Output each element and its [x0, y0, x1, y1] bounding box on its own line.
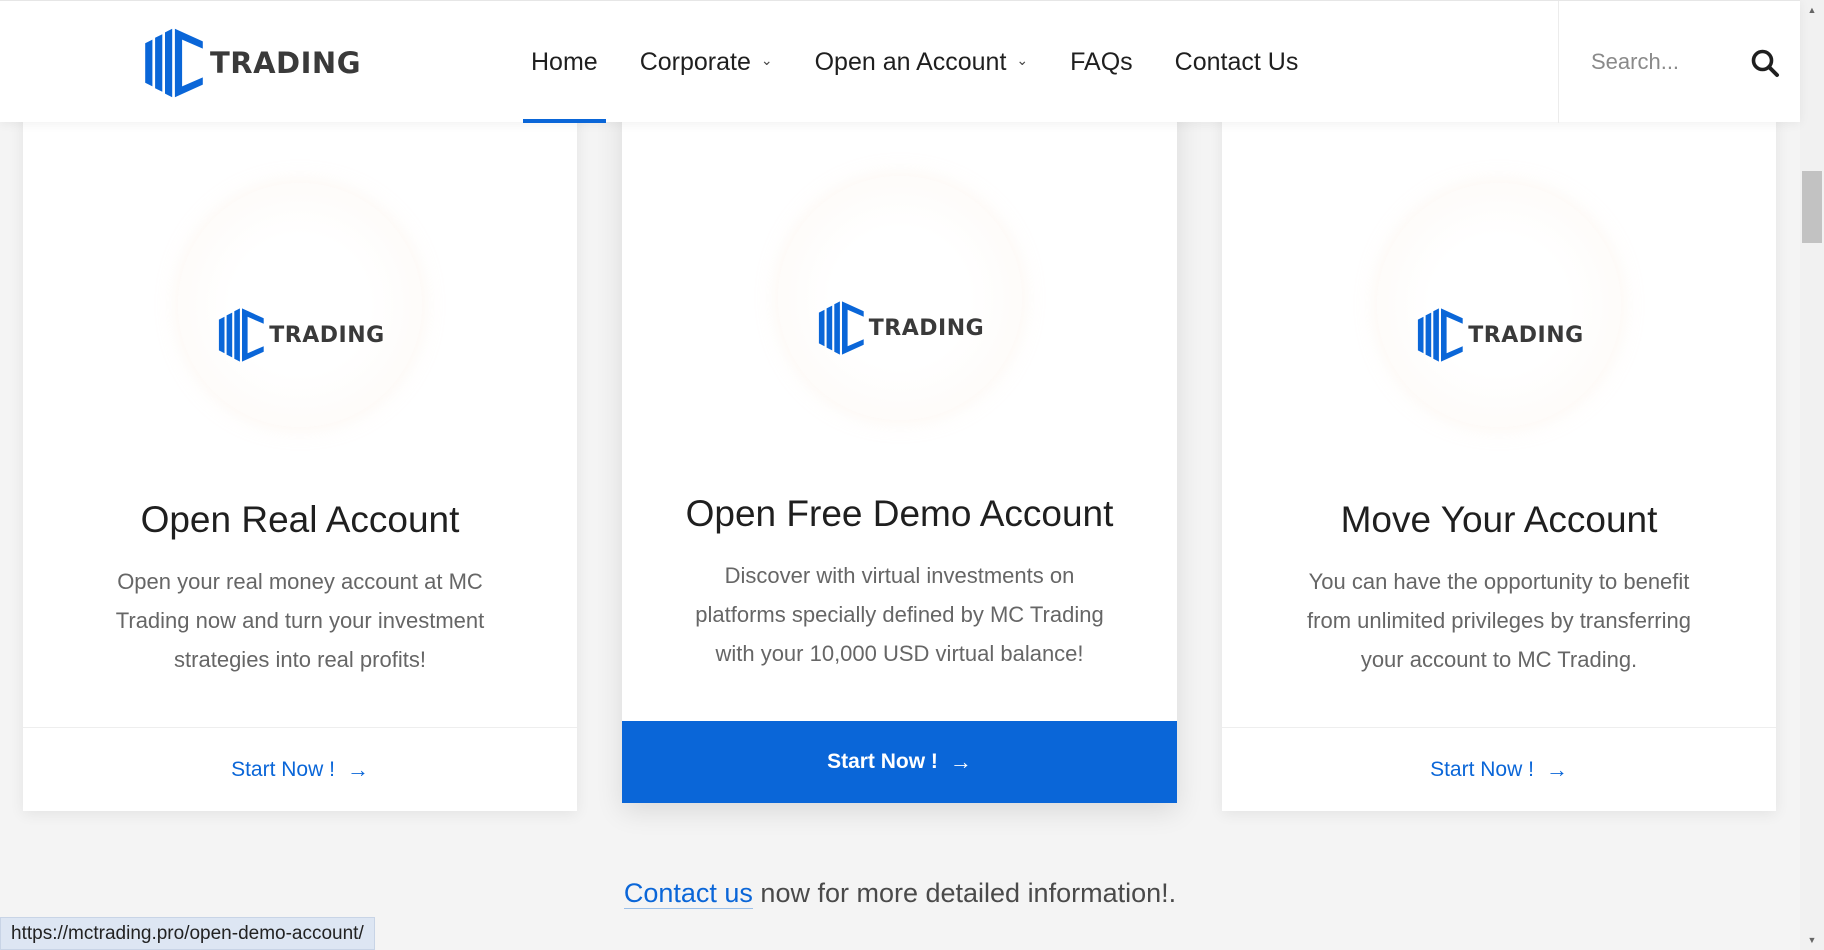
card-logo: TRADING [215, 307, 384, 363]
card-move-your-account: TRADING Move Your Account You can have t… [1222, 100, 1776, 811]
page-scrollbar[interactable]: ▲ ▼ [1800, 0, 1824, 950]
nav-contact-us-label: Contact Us [1174, 47, 1299, 76]
card-description: You can have the opportunity to benefit … [1307, 569, 1691, 672]
start-now-button[interactable]: Start Now ! → [23, 727, 577, 811]
nav-corporate-label: Corporate [639, 47, 751, 76]
card-title: Open Real Account [140, 499, 460, 540]
nav-home-label: Home [531, 47, 598, 76]
start-now-label: Start Now ! [827, 750, 938, 773]
mc-logo-icon [145, 28, 203, 98]
card-open-real-account: TRADING Open Real Account Open your real… [23, 100, 577, 811]
card-title: Move Your Account [1340, 499, 1658, 540]
scroll-up-arrow-icon[interactable]: ▲ [1800, 2, 1824, 18]
card-emblem: TRADING [1377, 183, 1621, 427]
arrow-right-icon: → [1545, 756, 1568, 782]
scrollbar-thumb[interactable] [1802, 171, 1822, 243]
search-icon[interactable] [1750, 48, 1780, 78]
chevron-down-icon: ⌄ [760, 51, 773, 68]
nav-home[interactable]: Home [510, 1, 619, 123]
mc-logo-icon [218, 308, 264, 362]
arrow-right-icon: → [346, 756, 369, 782]
card-open-demo-account: TRADING Open Free Demo Account Discover … [622, 90, 1177, 803]
nav-faqs[interactable]: FAQs [1049, 1, 1154, 123]
nav-corporate[interactable]: Corporate ⌄ [619, 1, 794, 123]
scroll-down-arrow-icon[interactable]: ▼ [1800, 932, 1824, 948]
site-header: TRADING Home Corporate ⌄ Open an Account… [0, 0, 1800, 123]
logo-wordmark: TRADING [868, 315, 985, 341]
logo-wordmark: TRADING [1468, 322, 1584, 348]
nav-open-account[interactable]: Open an Account ⌄ [794, 1, 1050, 123]
nav-faqs-label: FAQs [1070, 47, 1133, 76]
card-description: Open your real money account at MC Tradi… [115, 569, 485, 672]
nav-open-account-label: Open an Account [814, 47, 1007, 76]
card-logo: TRADING [1414, 307, 1583, 363]
status-url: https://mctrading.pro/open-demo-account/ [11, 922, 364, 944]
site-logo[interactable]: TRADING [140, 27, 361, 99]
chevron-down-icon: ⌄ [1016, 51, 1029, 68]
start-now-button[interactable]: Start Now ! → [1222, 727, 1776, 811]
contact-prompt-text: now for more detailed information!. [752, 878, 1177, 908]
main-nav: Home Corporate ⌄ Open an Account ⌄ FAQs … [510, 1, 1319, 123]
start-now-label: Start Now ! [1430, 757, 1534, 781]
card-logo: TRADING [815, 300, 984, 356]
logo-wordmark: TRADING [210, 46, 361, 80]
link-status-bar: https://mctrading.pro/open-demo-account/ [0, 917, 375, 950]
card-emblem: TRADING [178, 183, 422, 427]
card-description: Discover with virtual investments on pla… [695, 563, 1104, 666]
card-emblem: TRADING [777, 176, 1022, 420]
card-title: Open Free Demo Account [685, 493, 1114, 534]
arrow-right-icon: → [949, 749, 972, 774]
contact-us-link[interactable]: Contact us [623, 878, 753, 909]
nav-contact-us[interactable]: Contact Us [1154, 1, 1320, 123]
start-now-button[interactable]: Start Now ! → [622, 721, 1177, 803]
search-input[interactable] [1589, 48, 1739, 76]
start-now-label: Start Now ! [231, 757, 335, 781]
mc-logo-icon [1417, 308, 1463, 362]
contact-prompt: Contact us now for more detailed informa… [0, 878, 1800, 909]
logo-wordmark: TRADING [269, 322, 385, 348]
search-box [1558, 1, 1800, 123]
mc-logo-icon [818, 301, 864, 355]
